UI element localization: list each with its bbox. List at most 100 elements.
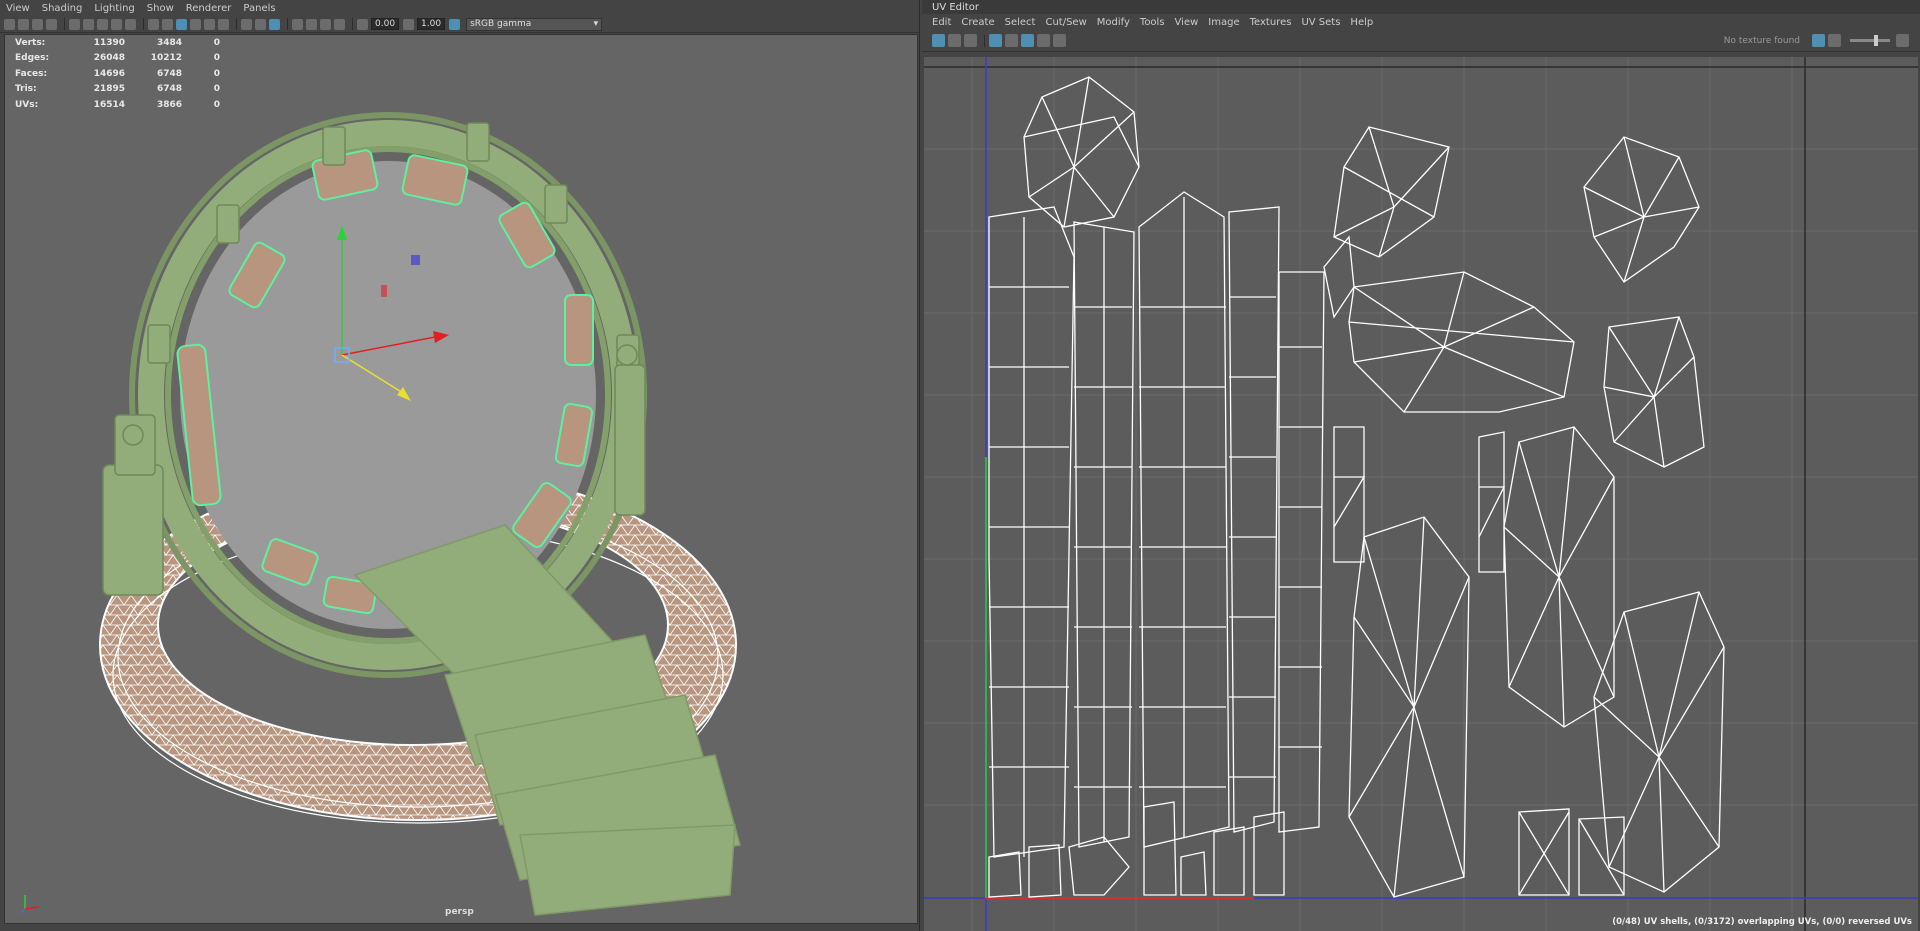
exposure-icon[interactable] — [1812, 34, 1825, 47]
dim-image-icon[interactable] — [1037, 34, 1050, 47]
color-management-icon[interactable] — [449, 18, 461, 30]
menu-lighting[interactable]: Lighting — [94, 3, 134, 14]
isolate-select-icon[interactable] — [269, 18, 280, 30]
gamma-field[interactable]: 1.00 — [417, 18, 446, 30]
toolbar-divider — [143, 18, 144, 30]
menu-cut-sew[interactable]: Cut/Sew — [1045, 17, 1086, 28]
exposure-icon[interactable] — [357, 18, 368, 30]
hud-row-uvs: UVs: 16514 3866 0 — [15, 97, 220, 113]
scene-render — [99, 112, 741, 916]
motion-blur-icon[interactable] — [255, 18, 266, 30]
menu-textures[interactable]: Textures — [1250, 17, 1292, 28]
uv-canvas[interactable]: (0/48) UV shells, (0/3172) overlapping U… — [924, 57, 1918, 931]
hud-label: Faces: — [15, 68, 48, 79]
uv-distortion-icon[interactable] — [948, 34, 961, 47]
exposure-field[interactable]: 0.00 — [371, 18, 400, 30]
uv-grid — [924, 57, 1918, 931]
backface-icon[interactable] — [334, 18, 345, 30]
uv-status-text: (0/48) UV shells, (0/3172) overlapping U… — [1612, 917, 1912, 927]
safe-title-icon[interactable] — [125, 18, 136, 30]
xray-components-icon[interactable] — [320, 18, 331, 30]
wireframe-on-shaded-icon[interactable] — [176, 18, 187, 30]
menu-view[interactable]: View — [6, 3, 30, 14]
hud-value: 10212 — [150, 53, 182, 64]
bookmark-icon[interactable] — [32, 18, 43, 30]
hud-row-verts: Verts: 11390 3484 0 — [15, 35, 220, 51]
snapshot-icon[interactable] — [1053, 34, 1066, 47]
view-transform-icon[interactable] — [1896, 34, 1909, 47]
menu-shading[interactable]: Shading — [42, 3, 83, 14]
uv-shells — [988, 76, 1725, 898]
shaded-uv-display-icon[interactable] — [932, 34, 945, 47]
menu-create[interactable]: Create — [961, 17, 994, 28]
menu-renderer[interactable]: Renderer — [186, 3, 232, 14]
viewport-toolbar: 0.00 1.00 sRGB gamma ▾ — [0, 16, 919, 33]
slider-handle[interactable] — [1874, 35, 1878, 46]
grid-icon[interactable] — [69, 18, 80, 30]
image-display-icon[interactable] — [1021, 34, 1034, 47]
menu-tools[interactable]: Tools — [1140, 17, 1165, 28]
xray-joints-icon[interactable] — [306, 18, 317, 30]
menu-panels[interactable]: Panels — [243, 3, 275, 14]
hud-value: 14696 — [93, 68, 125, 79]
toolbar-divider — [984, 34, 985, 47]
hud-label: Verts: — [15, 37, 46, 48]
menu-image[interactable]: Image — [1208, 17, 1239, 28]
shadows-icon[interactable] — [218, 18, 229, 30]
film-gate-icon[interactable] — [83, 18, 94, 30]
hud-label: UVs: — [15, 99, 39, 110]
toolbar-divider — [236, 18, 237, 30]
viewport-panel: View Shading Lighting Show Renderer Pane… — [0, 0, 920, 931]
grid-display-icon[interactable] — [989, 34, 1002, 47]
menu-help[interactable]: Help — [1350, 17, 1373, 28]
exposure-slider[interactable] — [1850, 35, 1890, 46]
menu-select[interactable]: Select — [1005, 17, 1036, 28]
menu-view[interactable]: View — [1175, 17, 1199, 28]
wireframe-icon[interactable] — [148, 18, 159, 30]
uv-right-tools — [1812, 34, 1912, 47]
uv-editor-toolbar: No texture found — [922, 30, 1920, 52]
color-space-select[interactable]: sRGB gamma ▾ — [466, 17, 603, 31]
hud-row-tris: Tris: 21895 6748 0 — [15, 82, 220, 98]
hud-value: 0 — [213, 68, 220, 79]
hud-value: 3484 — [156, 37, 182, 48]
hud-value: 0 — [213, 84, 220, 95]
pixel-snap-icon[interactable] — [1005, 34, 1018, 47]
hud-value: 16514 — [93, 99, 125, 110]
no-texture-label: No texture found — [1723, 35, 1800, 46]
toolbar-divider — [287, 18, 288, 30]
viewport-menubar: View Shading Lighting Show Renderer Pane… — [0, 0, 919, 16]
toolbar-divider — [64, 18, 65, 30]
hud-value: 6748 — [156, 68, 182, 79]
toolbar-divider — [352, 18, 353, 30]
perspective-viewport[interactable]: Verts: 11390 3484 0 Edges: 26048 10212 0… — [4, 34, 918, 924]
color-space-value: sRGB gamma — [470, 18, 532, 29]
hud-row-faces: Faces: 14696 6748 0 — [15, 66, 220, 82]
gamma-icon[interactable] — [403, 18, 415, 30]
smooth-shade-icon[interactable] — [162, 18, 173, 30]
checker-map-icon[interactable] — [964, 34, 977, 47]
uv-editor-title: UV Editor — [922, 0, 1920, 14]
menu-edit[interactable]: Edit — [932, 17, 951, 28]
image-plane-icon[interactable] — [46, 18, 57, 30]
menu-uv-sets[interactable]: UV Sets — [1301, 17, 1340, 28]
select-camera-icon[interactable] — [4, 18, 15, 30]
hud-value: 6748 — [156, 84, 182, 95]
camera-attributes-icon[interactable] — [18, 18, 29, 30]
uv-editor-panel: UV Editor Edit Create Select Cut/Sew Mod… — [922, 0, 1920, 931]
xray-icon[interactable] — [292, 18, 303, 30]
resolution-gate-icon[interactable] — [97, 18, 108, 30]
textured-icon[interactable] — [190, 18, 201, 30]
safe-action-icon[interactable] — [111, 18, 122, 30]
menu-show[interactable]: Show — [147, 3, 174, 14]
hud-label: Tris: — [15, 84, 37, 95]
lights-icon[interactable] — [204, 18, 215, 30]
menu-modify[interactable]: Modify — [1097, 17, 1130, 28]
gamma-icon[interactable] — [1828, 34, 1841, 47]
poly-count-hud: Verts: 11390 3484 0 Edges: 26048 10212 0… — [15, 35, 220, 113]
chevron-down-icon: ▾ — [593, 18, 599, 29]
hud-value: 21895 — [93, 84, 125, 95]
ambient-occlusion-icon[interactable] — [241, 18, 252, 30]
uv-layout — [924, 57, 1918, 931]
hud-value: 0 — [213, 53, 220, 64]
